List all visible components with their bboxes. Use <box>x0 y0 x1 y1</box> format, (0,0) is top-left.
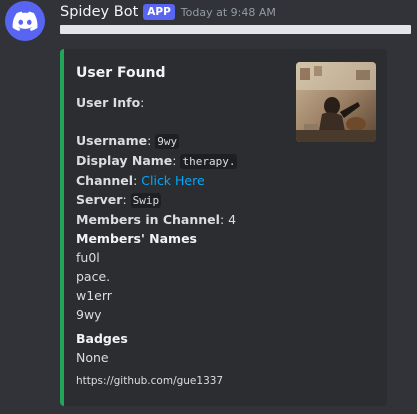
member-name: w1err <box>76 288 112 303</box>
badges-title: Badges <box>76 331 128 346</box>
app-badge: APP <box>143 4 175 20</box>
message-timestamp[interactable]: Today at 9:48 AM <box>181 6 276 19</box>
display-name-label: Display Name <box>76 153 173 168</box>
author-name[interactable]: Spidey Bot <box>60 4 138 20</box>
members-names-title: Members' Names <box>76 231 197 246</box>
username-label: Username <box>76 133 148 148</box>
members-names-field: Members' Names fu0l pace. w1err 9wy <box>76 229 197 324</box>
server-value: Swip <box>130 193 162 208</box>
members-count-row: Members in Channel: 4 <box>76 212 237 227</box>
user-info-label: User Info <box>76 95 141 110</box>
embed-thumbnail[interactable] <box>296 62 376 142</box>
embed-description: User Info: Username: 9wy Display Name: t… <box>76 95 238 227</box>
channel-link[interactable]: Click Here <box>141 173 204 188</box>
member-name: fu0l <box>76 250 100 265</box>
embed-card: User Found User Info: Username: 9wy Disp… <box>60 49 387 406</box>
members-label: Members in Channel <box>76 212 220 227</box>
message-header: Spidey Bot APP Today at 9:48 AM <box>60 2 276 22</box>
badges-value: None <box>76 350 109 365</box>
username-value: 9wy <box>155 134 180 149</box>
discord-icon[interactable] <box>5 1 45 41</box>
members-value: 4 <box>228 212 237 227</box>
bot-message: Spidey Bot APP Today at 9:48 AM User Fou… <box>0 0 417 414</box>
badges-field: Badges None <box>76 329 128 367</box>
member-name: 9wy <box>76 307 102 322</box>
member-name: pace. <box>76 269 111 284</box>
message-content-redacted <box>60 25 411 34</box>
username-row: Username: 9wy <box>76 133 180 149</box>
server-label: Server <box>76 192 123 207</box>
display-name-value: therapy. <box>180 154 238 169</box>
server-row: Server: Swip <box>76 192 162 208</box>
embed-footer: https://github.com/gue1337 <box>76 375 224 387</box>
channel-row: Channel: Click Here <box>76 173 205 188</box>
display-name-row: Display Name: therapy. <box>76 153 238 169</box>
channel-label: Channel <box>76 173 134 188</box>
